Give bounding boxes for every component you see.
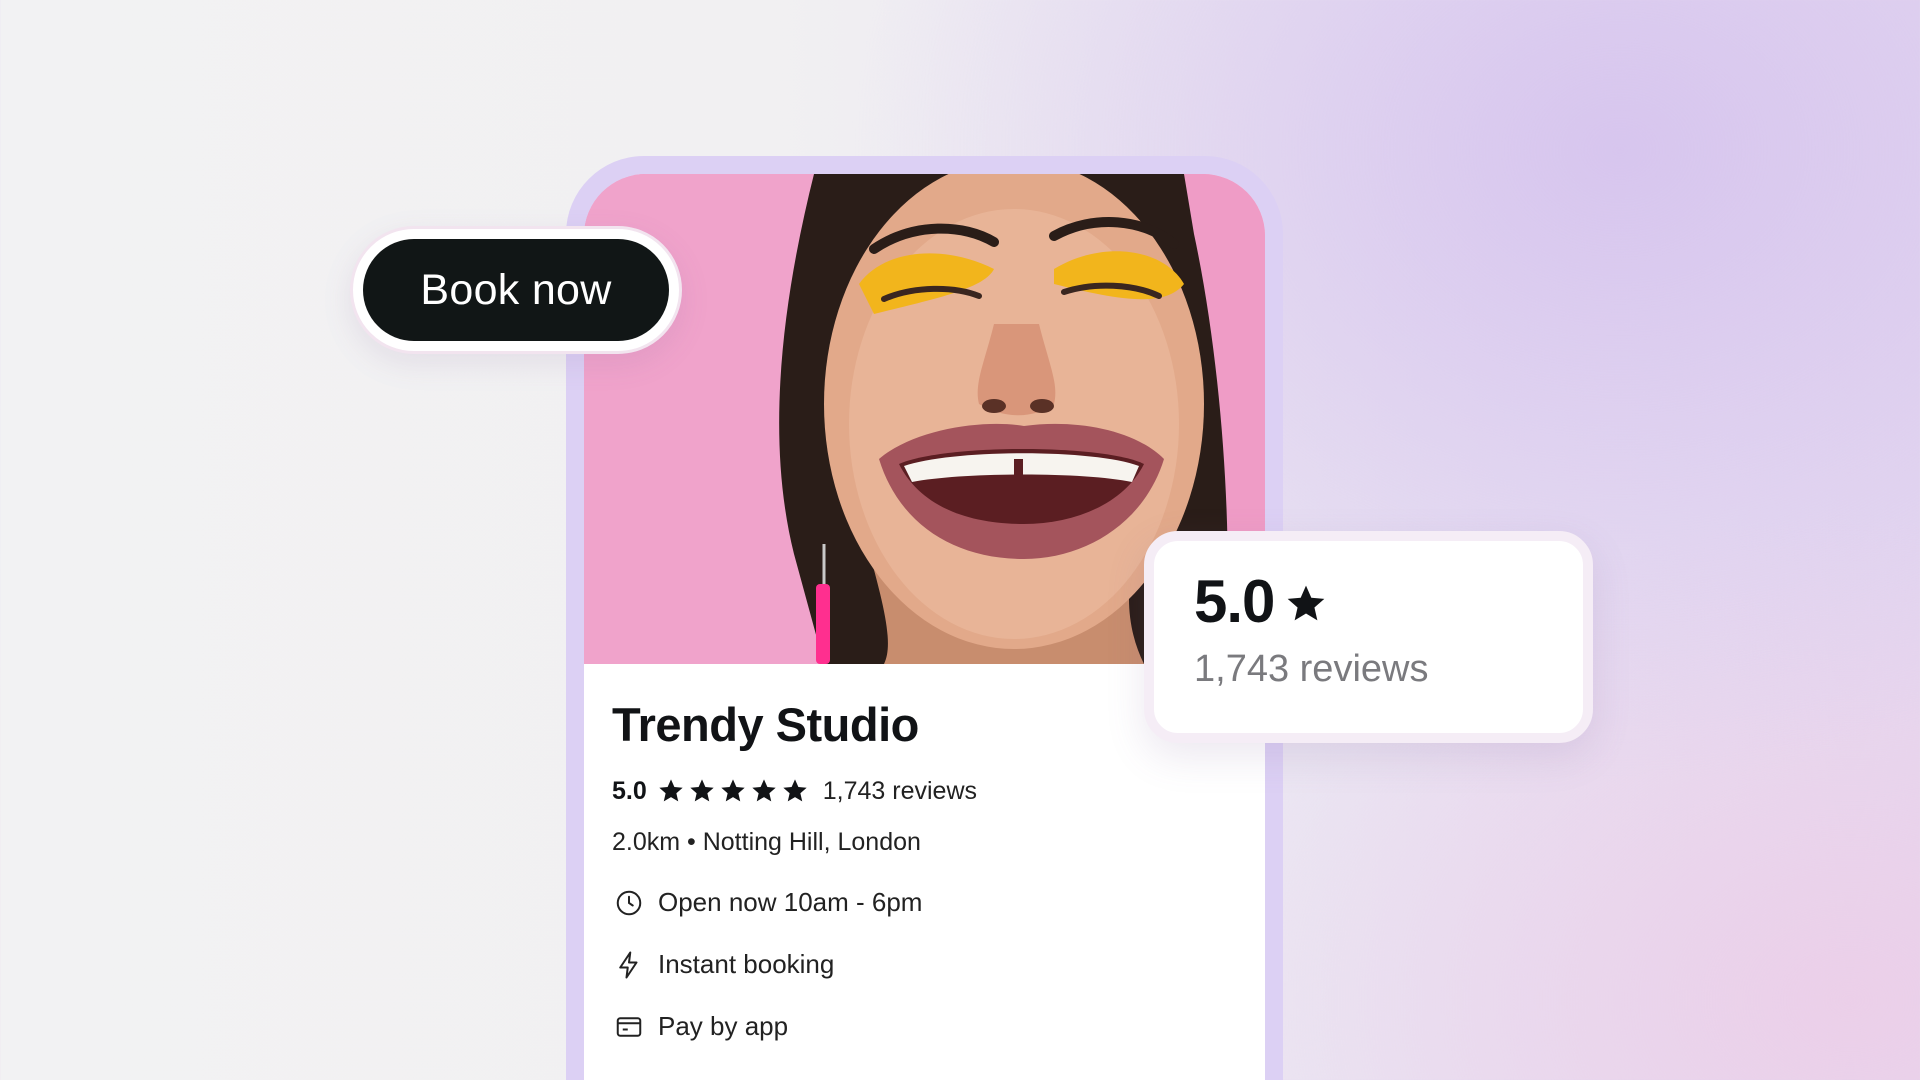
- rating-row: 5.0 1,743 reviews: [612, 777, 1241, 806]
- feature-label: Pay by app: [658, 1011, 789, 1042]
- business-location: 2.0km • Notting Hill, London: [612, 827, 921, 856]
- rating-value: 5.0: [612, 776, 647, 805]
- star-icon: [690, 779, 714, 802]
- star-icon: [1284, 582, 1328, 626]
- rating-summary-score: 5.0: [1194, 568, 1275, 635]
- feature-label: Open now 10am - 6pm: [658, 887, 923, 918]
- feature-opening-hours: Open now 10am - 6pm: [612, 887, 1241, 919]
- clock-icon: [614, 888, 644, 918]
- star-icon: [659, 779, 683, 802]
- lightning-icon: [614, 950, 644, 980]
- feature-pay-by-app: Pay by app: [612, 1011, 1241, 1043]
- review-count[interactable]: 1,743 reviews: [823, 777, 977, 806]
- business-info: Trendy Studio 5.0 1,743 reviews 2.0km • …: [612, 699, 1241, 1043]
- star-icon: [752, 779, 776, 802]
- rating-summary-card: 5.0 1,743 reviews: [1144, 531, 1593, 743]
- rating-summary-reviews: 1,743 reviews: [1194, 648, 1429, 690]
- book-button-container: Book now: [350, 226, 682, 354]
- card-icon: [614, 1012, 644, 1042]
- rating-summary-top: 5.0: [1194, 567, 1583, 636]
- feature-label: Instant booking: [658, 949, 835, 980]
- star-icon: [783, 779, 807, 802]
- book-now-button[interactable]: Book now: [363, 239, 669, 341]
- feature-instant-booking: Instant booking: [612, 949, 1241, 981]
- star-icon: [721, 779, 745, 802]
- star-rating: [657, 777, 809, 805]
